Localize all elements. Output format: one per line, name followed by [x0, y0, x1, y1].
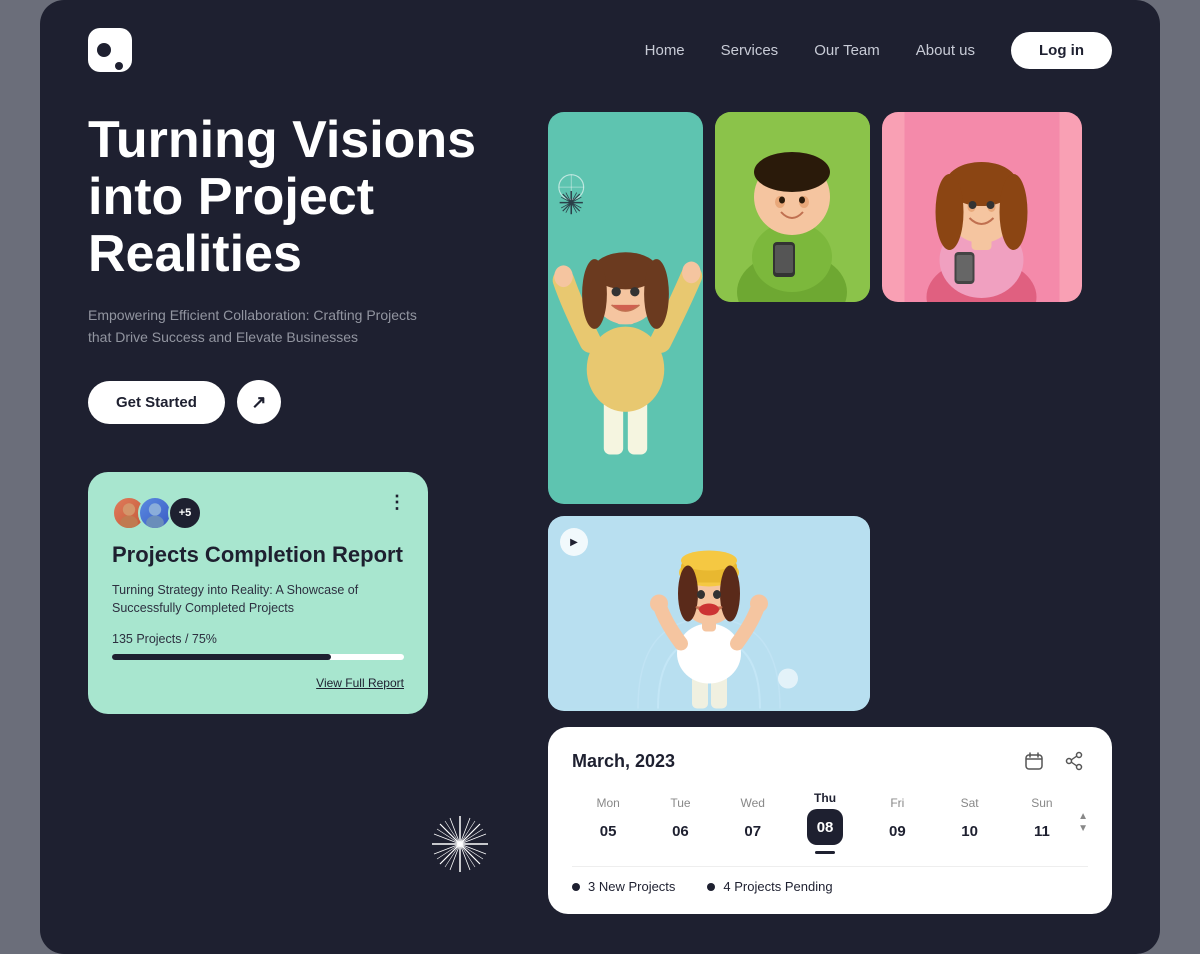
progress-bar-bg: [112, 654, 404, 660]
active-indicator: [815, 851, 835, 854]
nav-home[interactable]: Home: [645, 42, 685, 59]
day-sat[interactable]: Sat 10: [933, 796, 1005, 850]
calendar-icon[interactable]: [1020, 747, 1048, 775]
page-wrapper: Home Services Our Team About us Log in T…: [40, 0, 1160, 954]
card-menu[interactable]: ⋮: [388, 492, 408, 513]
calendar-events: 3 New Projects 4 Projects Pending: [572, 879, 1088, 894]
view-report-link[interactable]: View Full Report: [112, 676, 404, 690]
logo-dot-big: [97, 43, 111, 57]
login-button[interactable]: Log in: [1011, 32, 1112, 69]
left-column: Turning Visions into Project Realities E…: [88, 112, 508, 914]
progress-bar-fill: [112, 654, 331, 660]
avatar-plus: +5: [168, 496, 202, 530]
card-description: Turning Strategy into Reality: A Showcas…: [112, 581, 404, 619]
avatar-2: [138, 496, 172, 530]
get-started-button[interactable]: Get Started: [88, 381, 225, 424]
share-icon[interactable]: [1060, 747, 1088, 775]
nav-services[interactable]: Services: [721, 42, 779, 59]
right-column: ▶: [548, 112, 1112, 914]
hero-title: Turning Visions into Project Realities: [88, 112, 508, 284]
calendar-title: March, 2023: [572, 751, 675, 772]
day-sun[interactable]: Sun 11: [1006, 796, 1078, 850]
person-card-pink: [882, 112, 1082, 302]
person-card-teal: [548, 112, 703, 504]
calendar-card: March, 2023: [548, 727, 1112, 914]
day-fri[interactable]: Fri 09: [861, 796, 933, 850]
card-title: Projects Completion Report: [112, 542, 404, 568]
event-pending-projects: 4 Projects Pending: [707, 879, 832, 894]
image-grid: ▶: [548, 112, 1112, 711]
navbar: Home Services Our Team About us Log in: [40, 0, 1160, 72]
day-mon[interactable]: Mon 05: [572, 796, 644, 850]
calendar-icons: [1020, 747, 1088, 775]
hero-subtitle: Empowering Efficient Collaboration: Craf…: [88, 304, 428, 349]
days-row: Mon 05 Tue 06 Wed 07 Thu 08: [572, 791, 1088, 854]
event-new-projects: 3 New Projects: [572, 879, 675, 894]
logo-dot-small: [115, 62, 123, 70]
event-dot-2: [707, 883, 715, 891]
calendar-header: March, 2023: [572, 747, 1088, 775]
calendar-divider: [572, 866, 1088, 867]
nav-our-team[interactable]: Our Team: [814, 42, 880, 59]
event-dot-1: [572, 883, 580, 891]
person-card-blue: ▶: [548, 516, 870, 711]
nav-about[interactable]: About us: [916, 42, 975, 59]
day-wed[interactable]: Wed 07: [717, 796, 789, 850]
logo: [88, 28, 132, 72]
calendar-nav-arrows[interactable]: ▲ ▼: [1078, 812, 1088, 834]
main-content: Turning Visions into Project Realities E…: [40, 72, 1160, 954]
nav-links: Home Services Our Team About us Log in: [645, 32, 1112, 69]
card-avatars: +5: [112, 496, 404, 530]
day-tue[interactable]: Tue 06: [644, 796, 716, 850]
completion-card: +5 ⋮ Projects Completion Report Turning …: [88, 472, 428, 714]
card-stats: 135 Projects / 75%: [112, 632, 404, 646]
play-icon[interactable]: ▶: [560, 528, 588, 556]
person-card-green: [715, 112, 870, 302]
day-thu-active[interactable]: Thu 08: [789, 791, 861, 854]
arrow-button[interactable]: ↗: [237, 380, 281, 424]
cta-row: Get Started ↗: [88, 380, 508, 424]
